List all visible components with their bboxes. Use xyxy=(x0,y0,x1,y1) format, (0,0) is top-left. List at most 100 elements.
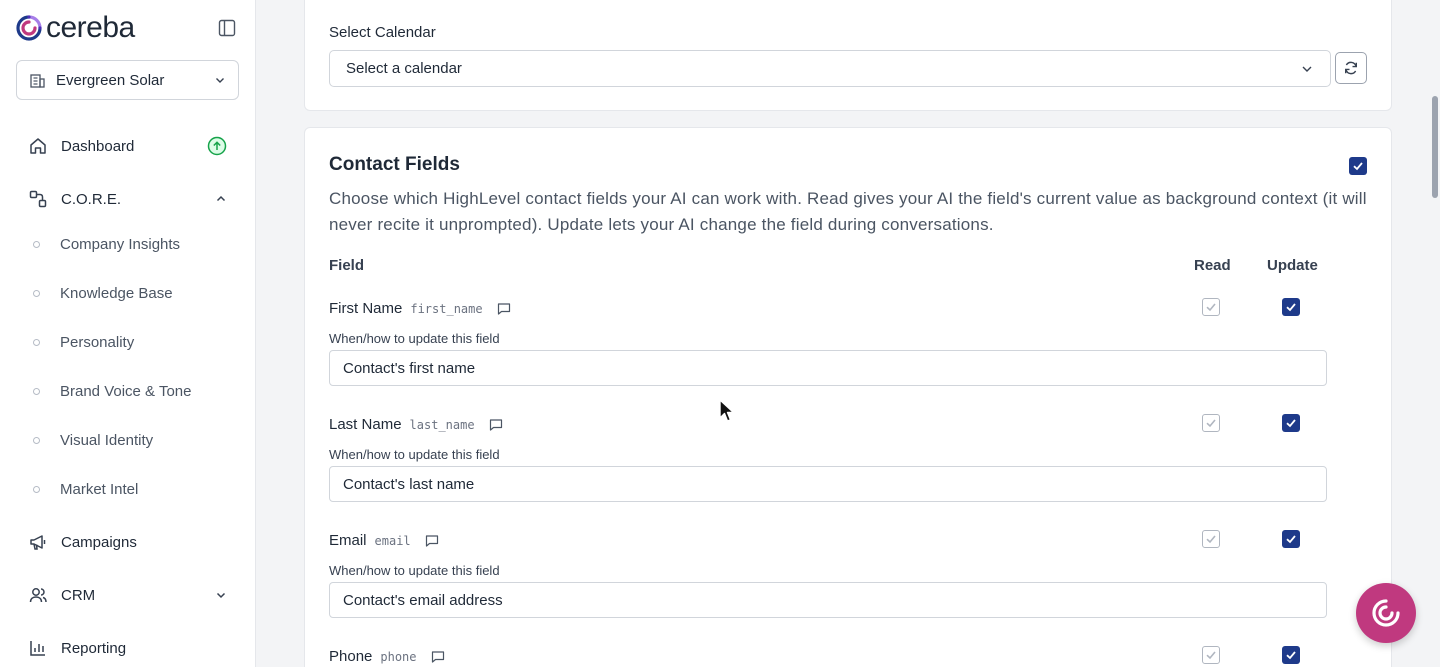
bullet-icon xyxy=(33,436,40,444)
message-square-icon xyxy=(497,302,510,315)
field-label: Email xyxy=(329,532,367,549)
update-checkbox-first-name[interactable] xyxy=(1282,298,1300,316)
building-icon xyxy=(30,73,45,88)
update-checkbox-phone[interactable] xyxy=(1282,646,1300,664)
sidebar-item-personality[interactable]: Personality xyxy=(16,326,239,358)
contact-fields-enable-checkbox[interactable] xyxy=(1349,157,1367,175)
workspace-name: Evergreen Solar xyxy=(56,71,165,89)
workflow-icon xyxy=(29,190,47,208)
check-icon xyxy=(1286,535,1296,544)
upgrade-badge[interactable] xyxy=(207,136,227,156)
field-sub-label: When/how to update this field xyxy=(329,447,500,462)
sidebar-item-brand-voice[interactable]: Brand Voice & Tone xyxy=(16,375,239,407)
field-note-button[interactable] xyxy=(497,302,511,316)
bar-chart-icon xyxy=(30,641,45,656)
bullet-icon xyxy=(33,338,40,346)
check-icon xyxy=(1206,535,1216,544)
check-icon xyxy=(1206,303,1216,312)
nav-label: Reporting xyxy=(61,639,127,657)
chevron-down-icon xyxy=(1302,66,1312,72)
message-square-icon xyxy=(431,650,444,663)
field-row-phone: Phone phone xyxy=(329,648,445,665)
update-checkbox-last-name[interactable] xyxy=(1282,414,1300,432)
field-key: phone xyxy=(380,650,417,664)
nav-item-core[interactable]: C.O.R.E. xyxy=(16,181,239,217)
contact-fields-title: Contact Fields xyxy=(329,154,460,175)
sidebar: cereba Evergreen Solar Dashboard C.O.R.E… xyxy=(0,0,256,667)
update-checkbox-email[interactable] xyxy=(1282,530,1300,548)
calendar-select-value: Select a calendar xyxy=(346,60,462,77)
last-name-instruction-input[interactable] xyxy=(329,466,1327,502)
bullet-icon xyxy=(33,485,40,493)
field-label: Last Name xyxy=(329,416,402,433)
brand-name: cereba xyxy=(46,11,135,44)
chevron-up-icon xyxy=(216,195,226,202)
field-key: email xyxy=(374,534,411,548)
read-checkbox-phone[interactable] xyxy=(1202,646,1220,664)
sidebar-item-label: Company Insights xyxy=(60,235,181,253)
field-sub-label: When/how to update this field xyxy=(329,331,500,346)
cereba-logo-icon xyxy=(16,15,42,41)
nav-label: Campaigns xyxy=(61,533,137,551)
sidebar-item-visual-identity[interactable]: Visual Identity xyxy=(16,424,239,456)
bullet-icon xyxy=(33,387,40,395)
field-label: First Name xyxy=(329,300,403,317)
field-note-button[interactable] xyxy=(431,650,445,664)
sidebar-toggle-button[interactable] xyxy=(216,18,238,38)
calendar-select[interactable]: Select a calendar xyxy=(329,50,1331,87)
field-note-button[interactable] xyxy=(489,418,503,432)
refresh-icon xyxy=(1345,61,1357,75)
contact-fields-description: Choose which HighLevel contact fields yo… xyxy=(329,189,1367,234)
email-instruction-input[interactable] xyxy=(329,582,1327,618)
read-checkbox-last-name[interactable] xyxy=(1202,414,1220,432)
check-icon xyxy=(1286,303,1296,312)
select-calendar-label: Select Calendar xyxy=(329,24,436,41)
nav-item-crm[interactable]: CRM xyxy=(16,577,239,613)
sidebar-item-label: Brand Voice & Tone xyxy=(60,382,192,400)
check-icon xyxy=(1206,651,1216,660)
sidebar-item-label: Market Intel xyxy=(60,480,139,498)
message-square-icon xyxy=(489,418,502,431)
brand-logo[interactable]: cereba xyxy=(16,13,135,43)
field-row-email: Email email xyxy=(329,532,439,549)
nav-label: C.O.R.E. xyxy=(61,190,122,208)
chat-assistant-button[interactable] xyxy=(1356,583,1416,643)
first-name-instruction-input[interactable] xyxy=(329,350,1327,386)
check-icon xyxy=(1286,651,1296,660)
nav-item-dashboard[interactable]: Dashboard xyxy=(16,128,239,164)
bullet-icon xyxy=(33,289,40,297)
field-note-button[interactable] xyxy=(425,534,439,548)
field-row-first-name: First Name first_name xyxy=(329,300,511,317)
arrow-up-circle-icon xyxy=(207,136,227,156)
workspace-selector[interactable]: Evergreen Solar xyxy=(16,60,239,100)
check-icon xyxy=(1286,419,1296,428)
message-square-icon xyxy=(425,534,438,547)
bullet-icon xyxy=(33,240,40,248)
scrollbar-thumb[interactable] xyxy=(1432,96,1438,198)
column-header-field: Field xyxy=(329,257,365,274)
users-icon xyxy=(29,588,47,603)
field-row-last-name: Last Name last_name xyxy=(329,416,503,433)
column-header-read: Read xyxy=(1194,257,1231,274)
read-checkbox-first-name[interactable] xyxy=(1202,298,1220,316)
chevron-down-icon xyxy=(216,592,226,599)
field-key: first_name xyxy=(410,302,483,316)
cereba-chat-icon xyxy=(1372,599,1400,627)
nav-item-campaigns[interactable]: Campaigns xyxy=(16,524,239,560)
mouse-cursor-icon xyxy=(719,399,735,422)
field-label: Phone xyxy=(329,648,373,665)
refresh-calendars-button[interactable] xyxy=(1335,52,1367,84)
read-checkbox-email[interactable] xyxy=(1202,530,1220,548)
check-icon xyxy=(1206,419,1216,428)
field-sub-label: When/how to update this field xyxy=(329,563,500,578)
home-icon xyxy=(30,138,46,154)
megaphone-icon xyxy=(30,535,46,550)
chevron-down-icon xyxy=(216,78,224,83)
sidebar-item-knowledge-base[interactable]: Knowledge Base xyxy=(16,277,239,309)
sidebar-item-market-intel[interactable]: Market Intel xyxy=(16,473,239,505)
sidebar-item-company-insights[interactable]: Company Insights xyxy=(16,228,239,260)
nav-label: CRM xyxy=(61,586,96,604)
nav-item-reporting[interactable]: Reporting xyxy=(16,630,239,666)
column-header-update: Update xyxy=(1267,257,1318,274)
sidebar-panel-icon xyxy=(218,19,236,37)
